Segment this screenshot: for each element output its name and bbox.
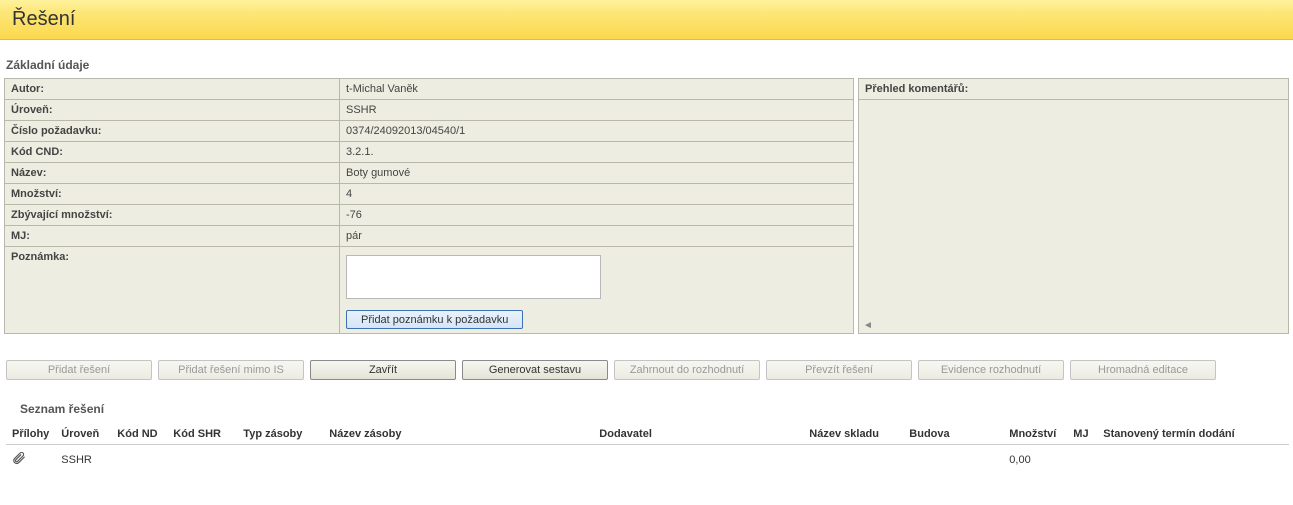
- col-dodavatel[interactable]: Dodavatel: [593, 424, 803, 445]
- cell-dodavatel: [593, 445, 803, 475]
- col-typzasoby[interactable]: Typ zásoby: [237, 424, 323, 445]
- evidence-button[interactable]: Evidence rozhodnutí: [918, 360, 1064, 380]
- label-mj: MJ:: [5, 226, 340, 247]
- cell-mj: [1067, 445, 1097, 475]
- prevzit-button[interactable]: Převzít řešení: [766, 360, 912, 380]
- generovat-button[interactable]: Generovat sestavu: [462, 360, 608, 380]
- col-termin[interactable]: Stanovený termín dodání: [1097, 424, 1289, 445]
- hromadna-button[interactable]: Hromadná editace: [1070, 360, 1216, 380]
- value-nazev: Boty gumové: [340, 163, 854, 184]
- label-kodcnd: Kód CND:: [5, 142, 340, 163]
- scroll-left-icon[interactable]: ◄: [863, 320, 873, 331]
- value-cislo: 0374/24092013/04540/1: [340, 121, 854, 142]
- cell-kodnd: [111, 445, 167, 475]
- cell-uroven: SSHR: [55, 445, 111, 475]
- label-mnozstvi: Množství:: [5, 184, 340, 205]
- cell-mnozstvi: 0,00: [1003, 445, 1067, 475]
- pridat-reseni-button[interactable]: Přidat řešení: [6, 360, 152, 380]
- col-mnozstvi[interactable]: Množství: [1003, 424, 1067, 445]
- label-poznamka: Poznámka:: [5, 247, 340, 334]
- cell-kodshr: [167, 445, 237, 475]
- label-nazev: Název:: [5, 163, 340, 184]
- label-autor: Autor:: [5, 79, 340, 100]
- label-zbyvajici: Zbývající množství:: [5, 205, 340, 226]
- cell-nazevskladu: [803, 445, 903, 475]
- main-row: Autor: t-Michal Vaněk Úroveň: SSHR Číslo…: [0, 78, 1293, 334]
- comments-body: ◄: [859, 100, 1288, 333]
- value-mj: pár: [340, 226, 854, 247]
- comments-title: Přehled komentářů:: [859, 79, 1288, 100]
- col-kodnd[interactable]: Kód ND: [111, 424, 167, 445]
- pridat-reseni-mimo-button[interactable]: Přidat řešení mimo IS: [158, 360, 304, 380]
- value-uroven: SSHR: [340, 100, 854, 121]
- cell-typzasoby: [237, 445, 323, 475]
- label-uroven: Úroveň:: [5, 100, 340, 121]
- value-kodcnd: 3.2.1.: [340, 142, 854, 163]
- col-uroven[interactable]: Úroveň: [55, 424, 111, 445]
- table-header-row: Přílohy Úroveň Kód ND Kód SHR Typ zásoby…: [6, 424, 1289, 445]
- page-header: Řešení: [0, 0, 1293, 40]
- cell-termin: [1097, 445, 1289, 475]
- col-budova[interactable]: Budova: [903, 424, 1003, 445]
- add-note-button[interactable]: Přidat poznámku k požadavku: [346, 310, 523, 329]
- col-nazevskladu[interactable]: Název skladu: [803, 424, 903, 445]
- cell-poznamka: Přidat poznámku k požadavku: [340, 247, 854, 334]
- section-basic-title: Základní údaje: [6, 58, 1293, 72]
- list-title: Seznam řešení: [20, 402, 1293, 416]
- col-mj[interactable]: MJ: [1067, 424, 1097, 445]
- value-zbyvajici: -76: [340, 205, 854, 226]
- details-table: Autor: t-Michal Vaněk Úroveň: SSHR Číslo…: [4, 78, 854, 334]
- zahrnout-button[interactable]: Zahrnout do rozhodnutí: [614, 360, 760, 380]
- paperclip-icon[interactable]: [12, 451, 26, 465]
- page-title: Řešení: [12, 8, 1281, 31]
- col-nazevzasoby[interactable]: Název zásoby: [323, 424, 593, 445]
- comments-panel: Přehled komentářů: ◄: [858, 78, 1289, 334]
- table-body: SSHR 0,00: [6, 445, 1289, 475]
- value-autor: t-Michal Vaněk: [340, 79, 854, 100]
- label-cislo: Číslo požadavku:: [5, 121, 340, 142]
- zavrit-button[interactable]: Zavřít: [310, 360, 456, 380]
- note-textarea[interactable]: [346, 255, 601, 299]
- solutions-table: Přílohy Úroveň Kód ND Kód SHR Typ zásoby…: [6, 424, 1289, 474]
- cell-budova: [903, 445, 1003, 475]
- button-row: Přidat řešení Přidat řešení mimo IS Zavř…: [0, 350, 1293, 390]
- value-mnozstvi: 4: [340, 184, 854, 205]
- col-prilohy[interactable]: Přílohy: [6, 424, 55, 445]
- cell-nazevzasoby: [323, 445, 593, 475]
- col-kodshr[interactable]: Kód SHR: [167, 424, 237, 445]
- cell-attachment[interactable]: [6, 445, 55, 475]
- table-row[interactable]: SSHR 0,00: [6, 445, 1289, 475]
